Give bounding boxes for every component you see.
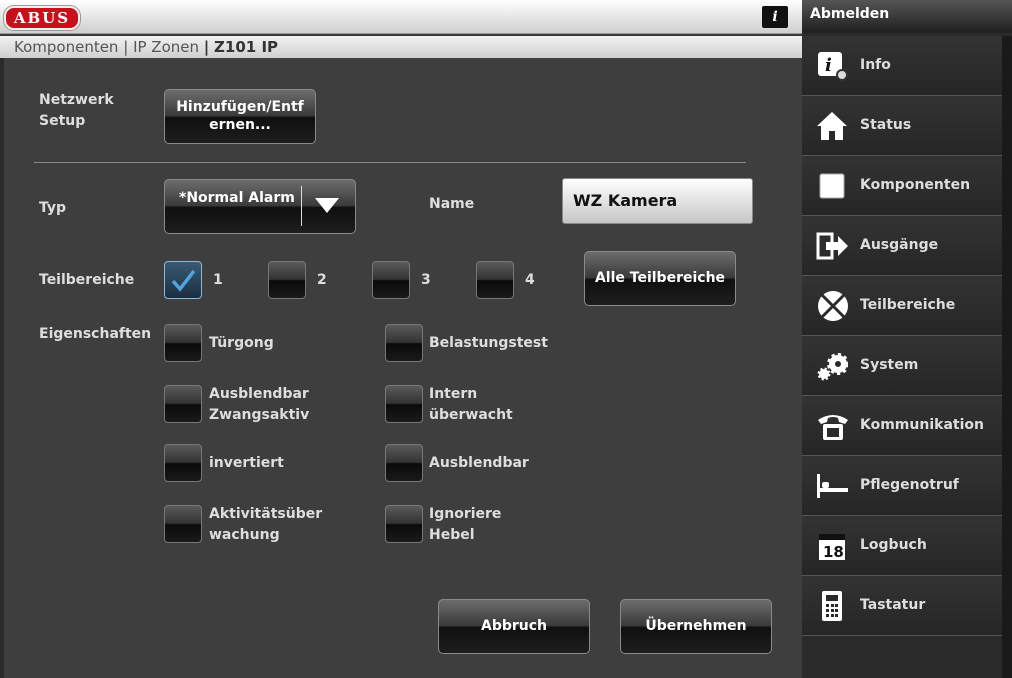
cancel-button[interactable]: Abbruch	[438, 599, 590, 654]
abus-logo: ABUS	[4, 6, 80, 30]
house-icon	[816, 110, 848, 142]
telephone-icon	[816, 410, 848, 442]
calendar-icon: 18	[816, 530, 848, 562]
type-select-value: *Normal Alarm	[179, 190, 295, 206]
bed-icon	[816, 470, 848, 502]
sidebar-item-label: Status	[860, 117, 912, 133]
keypad-icon	[816, 590, 848, 622]
aktivitaetsueberwachung-checkbox[interactable]	[164, 505, 202, 543]
name-label: Name	[429, 196, 475, 212]
sidebar-item-label: Tastatur	[860, 597, 926, 613]
turgong-checkbox[interactable]	[164, 324, 202, 362]
ignoriere-hebel-label: Ignoriere Hebel	[429, 506, 502, 543]
logout-button[interactable]: Abmelden	[802, 0, 1012, 33]
partition-pie-icon	[816, 290, 848, 322]
belastungstest-checkbox[interactable]	[385, 324, 423, 362]
all-partitions-button[interactable]: Alle Teilbereiche	[584, 251, 736, 306]
breadcrumb-komponenten[interactable]: Komponenten	[14, 38, 118, 56]
sidebar-item-info[interactable]: i Info	[802, 36, 1002, 96]
partition-4-checkbox[interactable]	[476, 261, 514, 299]
ausblendbar-zwangsaktiv-label: Ausblendbar Zwangsaktiv	[209, 386, 310, 423]
user-info-icon[interactable]: i	[762, 6, 788, 28]
breadcrumb-separator: |	[203, 38, 210, 56]
partition-2-label: 2	[317, 272, 327, 288]
aktivitaetsueberwachung-label: Aktivitätsüber wachung	[209, 506, 323, 543]
sidebar-item-label: Ausgänge	[860, 237, 939, 253]
name-field[interactable]: WZ Kamera	[562, 178, 753, 224]
sidebar-scrollbar[interactable]	[1002, 36, 1012, 678]
ausblendbar-zwangsaktiv-checkbox[interactable]	[164, 385, 202, 423]
sidebar-item-ausgaenge[interactable]: Ausgänge	[802, 216, 1002, 276]
ausblendbar-checkbox[interactable]	[385, 444, 423, 482]
breadcrumb-current: Z101 IP	[214, 38, 279, 56]
exit-arrow-icon	[816, 230, 848, 262]
sidebar-item-pflegenotruf[interactable]: Pflegenotruf	[802, 456, 1002, 516]
partition-1-label: 1	[213, 272, 223, 288]
belastungstest-label: Belastungstest	[429, 335, 548, 351]
divider	[34, 162, 746, 163]
sidebar-item-teilbereiche[interactable]: Teilbereiche	[802, 276, 1002, 336]
partition-3-checkbox[interactable]	[372, 261, 410, 299]
sidebar-item-label: Logbuch	[860, 537, 927, 553]
sidebar-item-tastatur[interactable]: Tastatur	[802, 576, 1002, 636]
sidebar-item-kommunikation[interactable]: Kommunikation	[802, 396, 1002, 456]
main-panel: Netzwerk Setup Hinzufügen/Entf ernen... …	[0, 58, 802, 678]
partition-3-label: 3	[421, 272, 431, 288]
sidebar-item-label: Info	[860, 57, 891, 73]
apply-button[interactable]: Übernehmen	[620, 599, 772, 654]
sidebar-item-label: Pflegenotruf	[860, 477, 959, 493]
sidebar-item-label: Kommunikation	[860, 417, 984, 433]
sidebar-item-status[interactable]: Status	[802, 96, 1002, 156]
sidebar: Abmelden i Info Status Komponenten Ausgä…	[802, 0, 1012, 678]
top-bar: ABUS i	[0, 0, 802, 34]
turgong-label: Türgong	[209, 335, 274, 351]
intern-ueberwacht-checkbox[interactable]	[385, 385, 423, 423]
svg-text:i: i	[825, 55, 832, 76]
ignoriere-hebel-checkbox[interactable]	[385, 505, 423, 543]
partition-4-label: 4	[525, 272, 535, 288]
add-remove-button[interactable]: Hinzufügen/Entf ernen...	[164, 89, 316, 144]
breadcrumb-separator: |	[123, 38, 129, 56]
info-gear-icon: i	[816, 50, 848, 82]
properties-label: Eigenschaften	[39, 326, 152, 342]
chevron-down-icon	[315, 198, 339, 213]
sidebar-item-label: Teilbereiche	[860, 297, 956, 313]
type-label: Typ	[39, 200, 67, 216]
sidebar-item-komponenten[interactable]: Komponenten	[802, 156, 1002, 216]
sidebar-item-system[interactable]: System	[802, 336, 1002, 396]
sidebar-item-label: Komponenten	[860, 177, 971, 193]
partition-2-checkbox[interactable]	[268, 261, 306, 299]
breadcrumb: Komponenten | IP Zonen | Z101 IP	[0, 36, 802, 58]
select-separator	[301, 186, 302, 226]
breadcrumb-ip-zonen[interactable]: IP Zonen	[133, 38, 199, 56]
sidebar-item-label: System	[860, 357, 919, 373]
partitions-label: Teilbereiche	[39, 272, 135, 288]
checkmark-icon	[171, 269, 196, 292]
intern-ueberwacht-label: Intern überwacht	[429, 386, 513, 423]
partition-1-checkbox[interactable]	[164, 261, 202, 299]
calendar-day: 18	[823, 543, 844, 561]
gears-icon	[816, 350, 848, 382]
ausblendbar-label: Ausblendbar	[429, 455, 529, 471]
network-setup-label: Netzwerk Setup	[39, 92, 114, 129]
invertiert-checkbox[interactable]	[164, 444, 202, 482]
sidebar-item-logbuch[interactable]: 18 Logbuch	[802, 516, 1002, 576]
invertiert-label: invertiert	[209, 455, 284, 471]
type-select[interactable]: *Normal Alarm	[164, 179, 356, 234]
square-icon	[816, 170, 848, 202]
